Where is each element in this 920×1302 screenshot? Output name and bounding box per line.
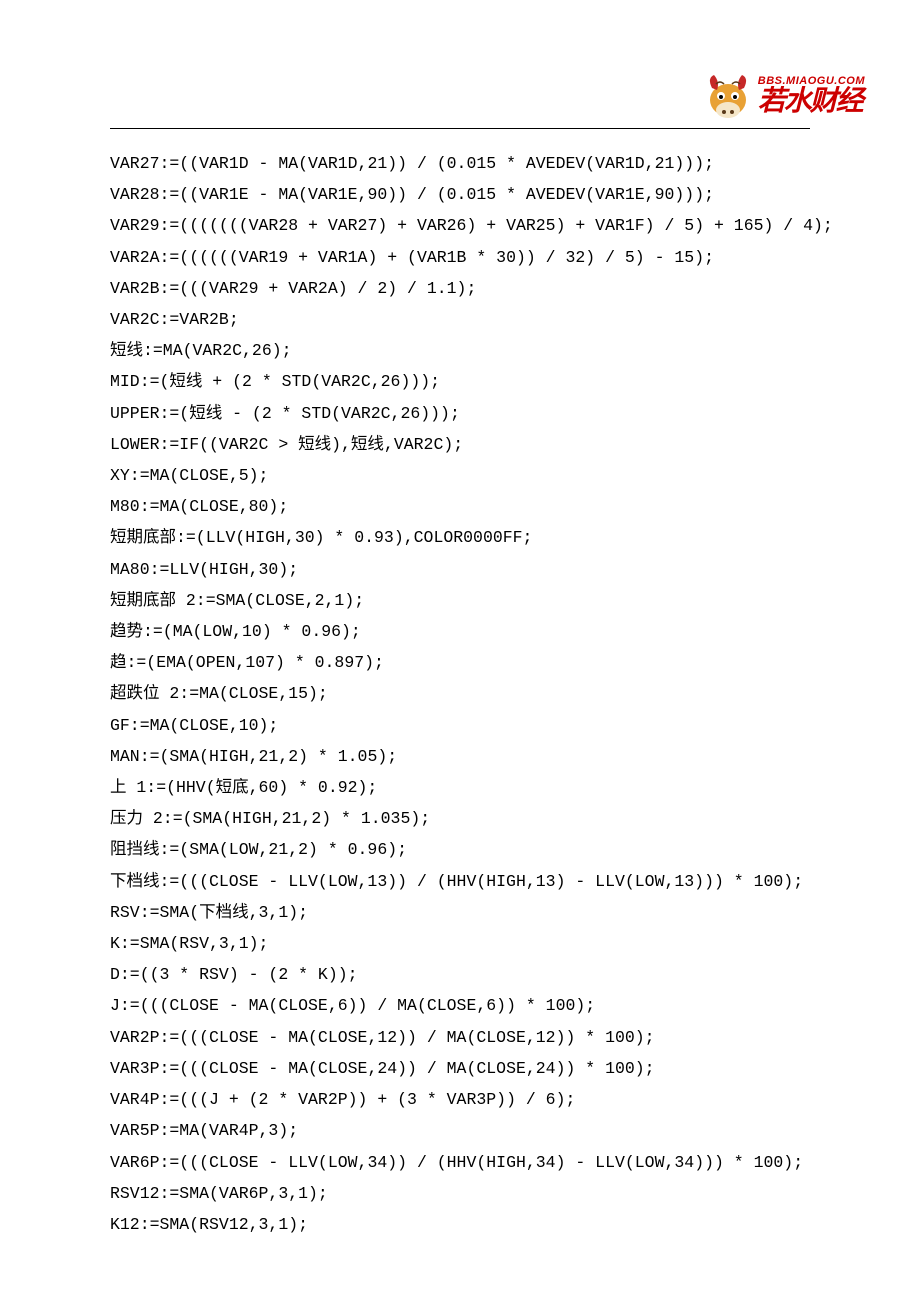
code-line: 下档线:=(((CLOSE - LLV(LOW,13)) / (HHV(HIGH… xyxy=(110,866,820,897)
code-line: GF:=MA(CLOSE,10); xyxy=(110,710,820,741)
code-line: 阻挡线:=(SMA(LOW,21,2) * 0.96); xyxy=(110,834,820,865)
code-line: MA80:=LLV(HIGH,30); xyxy=(110,554,820,585)
code-line: VAR4P:=(((J + (2 * VAR2P)) + (3 * VAR3P)… xyxy=(110,1084,820,1115)
code-line: RSV:=SMA(下档线,3,1); xyxy=(110,897,820,928)
code-line: VAR2P:=(((CLOSE - MA(CLOSE,12)) / MA(CLO… xyxy=(110,1022,820,1053)
code-line: VAR5P:=MA(VAR4P,3); xyxy=(110,1115,820,1146)
code-line: M80:=MA(CLOSE,80); xyxy=(110,491,820,522)
header-divider xyxy=(110,128,810,129)
code-content: VAR27:=((VAR1D - MA(VAR1D,21)) / (0.015 … xyxy=(110,148,820,1240)
code-line: K12:=SMA(RSV12,3,1); xyxy=(110,1209,820,1240)
code-line: MID:=(短线 + (2 * STD(VAR2C,26))); xyxy=(110,366,820,397)
code-line: VAR27:=((VAR1D - MA(VAR1D,21)) / (0.015 … xyxy=(110,148,820,179)
logo-block: BBS.MIAOGU.COM 若水财经 xyxy=(702,70,865,120)
code-line: UPPER:=(短线 - (2 * STD(VAR2C,26))); xyxy=(110,398,820,429)
code-line: VAR29:=(((((((VAR28 + VAR27) + VAR26) + … xyxy=(110,210,820,241)
code-line: 趋:=(EMA(OPEN,107) * 0.897); xyxy=(110,647,820,678)
code-line: RSV12:=SMA(VAR6P,3,1); xyxy=(110,1178,820,1209)
code-line: VAR28:=((VAR1E - MA(VAR1E,90)) / (0.015 … xyxy=(110,179,820,210)
code-line: 趋势:=(MA(LOW,10) * 0.96); xyxy=(110,616,820,647)
code-line: MAN:=(SMA(HIGH,21,2) * 1.05); xyxy=(110,741,820,772)
code-line: XY:=MA(CLOSE,5); xyxy=(110,460,820,491)
code-line: VAR6P:=(((CLOSE - LLV(LOW,34)) / (HHV(HI… xyxy=(110,1147,820,1178)
code-line: D:=((3 * RSV) - (2 * K)); xyxy=(110,959,820,990)
code-line: VAR3P:=(((CLOSE - MA(CLOSE,24)) / MA(CLO… xyxy=(110,1053,820,1084)
document-page: BBS.MIAOGU.COM 若水财经 VAR27:=((VAR1D - MA(… xyxy=(0,0,920,1302)
logo-cn-name: 若水财经 xyxy=(758,87,865,115)
code-line: 短期底部 2:=SMA(CLOSE,2,1); xyxy=(110,585,820,616)
code-line: 短期底部:=(LLV(HIGH,30) * 0.93),COLOR0000FF; xyxy=(110,522,820,553)
code-line: 上 1:=(HHV(短底,60) * 0.92); xyxy=(110,772,820,803)
code-line: 压力 2:=(SMA(HIGH,21,2) * 1.035); xyxy=(110,803,820,834)
code-line: VAR2B:=(((VAR29 + VAR2A) / 2) / 1.1); xyxy=(110,273,820,304)
code-line: J:=(((CLOSE - MA(CLOSE,6)) / MA(CLOSE,6)… xyxy=(110,990,820,1021)
logo-text: BBS.MIAOGU.COM 若水财经 xyxy=(758,75,865,115)
code-line: 短线:=MA(VAR2C,26); xyxy=(110,335,820,366)
code-line: VAR2C:=VAR2B; xyxy=(110,304,820,335)
code-line: 超跌位 2:=MA(CLOSE,15); xyxy=(110,678,820,709)
bull-mascot-icon xyxy=(702,70,754,120)
code-line: K:=SMA(RSV,3,1); xyxy=(110,928,820,959)
code-line: LOWER:=IF((VAR2C > 短线),短线,VAR2C); xyxy=(110,429,820,460)
code-line: VAR2A:=((((((VAR19 + VAR1A) + (VAR1B * 3… xyxy=(110,242,820,273)
